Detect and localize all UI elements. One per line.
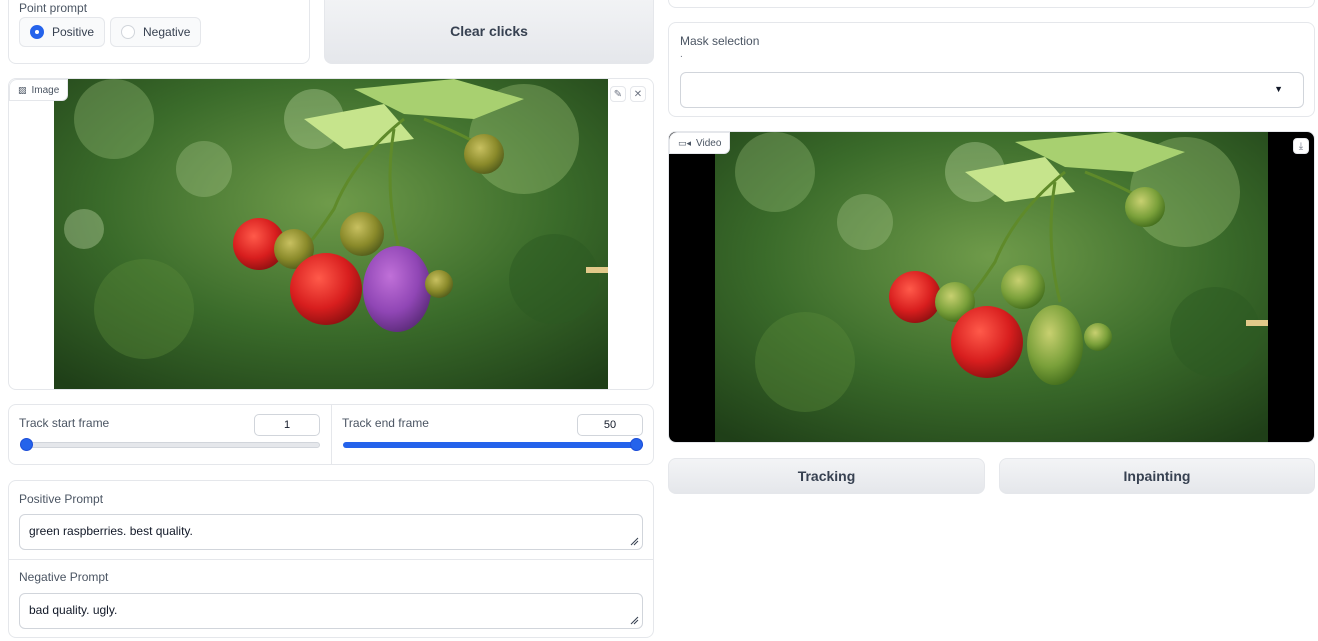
image-icon: ▨ <box>18 84 27 95</box>
negative-prompt-label: Negative Prompt <box>19 570 109 584</box>
track-end-rail[interactable] <box>343 442 643 448</box>
negative-prompt-value: bad quality. ugly. <box>29 603 118 617</box>
chevron-down-icon: ▼ <box>1274 84 1283 94</box>
point-prompt-label: Point prompt <box>19 1 88 15</box>
radio-positive-indicator <box>30 25 44 39</box>
point-prompt-panel: Point prompt Positive Negative <box>8 0 310 64</box>
clear-clicks-label: Clear clicks <box>450 23 528 39</box>
video-tag: ▭◂ Video <box>669 132 731 154</box>
resize-handle-icon[interactable] <box>630 537 639 546</box>
mask-selection-dropdown[interactable]: ▼ <box>680 72 1304 108</box>
prompts-panel: Positive Prompt green raspberries. best … <box>8 480 654 638</box>
clear-clicks-button[interactable]: Clear clicks <box>324 0 654 64</box>
image-panel: ▨ Image ✎ ✕ <box>8 78 654 390</box>
resize-handle-icon[interactable] <box>630 616 639 625</box>
radio-negative-label: Negative <box>143 25 191 39</box>
inpainting-label: Inpainting <box>1123 468 1191 484</box>
mask-selection-label: Mask selection <box>680 34 760 48</box>
close-icon[interactable]: ✕ <box>630 86 646 102</box>
tracking-button[interactable]: Tracking <box>668 458 985 494</box>
tracking-label: Tracking <box>797 468 856 484</box>
positive-prompt-value: green raspberries. best quality. <box>29 524 193 538</box>
raspberry-video[interactable] <box>715 132 1268 443</box>
slider-divider <box>331 405 332 464</box>
image-tag: ▨ Image <box>9 79 69 101</box>
track-end-input[interactable]: 50 <box>577 414 643 436</box>
top-panel-edge <box>668 0 1315 8</box>
radio-positive-label: Positive <box>52 25 95 39</box>
mask-selection-panel: Mask selection . ▼ <box>668 22 1315 117</box>
prompt-divider <box>9 559 653 560</box>
radio-positive[interactable]: Positive <box>19 17 106 47</box>
track-end-thumb[interactable] <box>630 438 643 451</box>
edit-icon[interactable]: ✎ <box>610 86 626 102</box>
radio-negative-indicator <box>121 25 135 39</box>
inpainting-button[interactable]: Inpainting <box>999 458 1315 494</box>
image-tag-label: Image <box>31 84 60 96</box>
video-panel: ▭◂ Video ⤓ <box>668 131 1315 443</box>
video-tag-label: Video <box>696 137 722 149</box>
track-start-label: Track start frame <box>19 416 110 430</box>
mask-selection-info: . <box>680 49 683 60</box>
track-frames-panel: Track start frame 1 Track end frame 50 <box>8 404 654 465</box>
raspberry-image[interactable] <box>54 79 608 390</box>
track-start-input[interactable]: 1 <box>254 414 320 436</box>
download-icon[interactable]: ⤓ <box>1293 138 1309 154</box>
track-end-label: Track end frame <box>342 416 429 430</box>
negative-prompt-input[interactable]: bad quality. ugly. <box>19 593 643 629</box>
radio-negative[interactable]: Negative <box>110 17 202 47</box>
track-start-thumb[interactable] <box>20 438 33 451</box>
video-icon: ▭◂ <box>678 137 692 148</box>
positive-prompt-input[interactable]: green raspberries. best quality. <box>19 514 643 550</box>
positive-prompt-label: Positive Prompt <box>19 492 104 506</box>
track-start-rail[interactable] <box>20 442 320 448</box>
